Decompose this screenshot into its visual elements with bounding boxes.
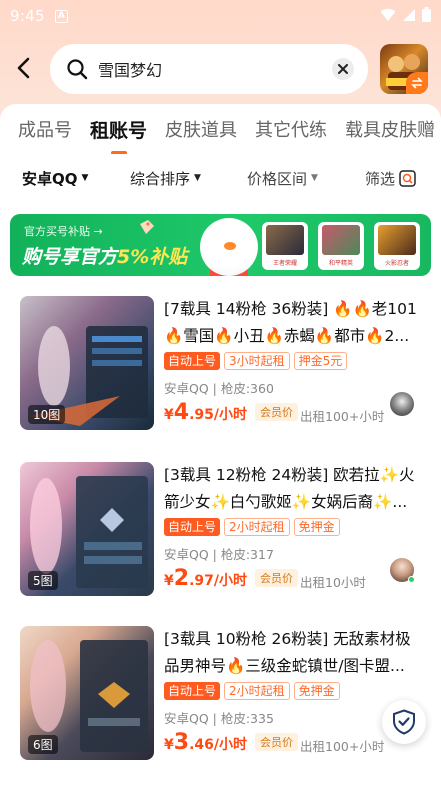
listing-thumbnail: 6图 bbox=[20, 626, 154, 760]
sort-filter-label: 综合排序 bbox=[130, 169, 191, 188]
online-status-dot bbox=[408, 576, 415, 583]
tab-skin-items[interactable]: 皮肤道具 bbox=[165, 116, 237, 142]
rent-count: 出租100+小时 bbox=[300, 739, 385, 754]
status-icons bbox=[380, 7, 431, 22]
price-decimal: .95/小时 bbox=[189, 407, 247, 423]
banner-headline-b: 5%补贴 bbox=[117, 246, 188, 268]
filter-button[interactable]: 筛选 bbox=[365, 168, 416, 189]
battery-icon bbox=[422, 7, 431, 22]
price-integer: 4 bbox=[173, 400, 190, 425]
category-tabs: 成品号 租账号 皮肤道具 其它代练 载具皮肤赠 bbox=[0, 104, 441, 154]
status-time: 9:45 bbox=[10, 7, 45, 25]
tag-auto-login: 自动上号 bbox=[164, 352, 221, 370]
image-count: 5图 bbox=[28, 571, 58, 590]
caret-down-icon: ▼ bbox=[81, 173, 89, 183]
clear-search-button[interactable] bbox=[332, 58, 354, 80]
listing-title: [3载具 12粉枪 24粉装] 欧若拉✨火箭少女✨白勺歌姬✨女娲后裔✨... bbox=[164, 466, 415, 511]
caret-down-icon: ▼ bbox=[311, 173, 318, 183]
listing-price: ¥ 2 .97/小时 会员价 bbox=[164, 566, 298, 591]
search-input[interactable]: 雪国梦幻 bbox=[98, 57, 162, 81]
tag-deposit: 免押金 bbox=[293, 518, 340, 536]
price-decimal: .97/小时 bbox=[189, 573, 247, 589]
caret-down-icon: ▼ bbox=[194, 173, 201, 183]
content-panel: 成品号 租账号 皮肤道具 其它代练 载具皮肤赠 安卓QQ ▼ 综合排序 ▼ 价格… bbox=[0, 104, 441, 785]
search-icon bbox=[67, 59, 88, 80]
banner-game-card: 和平精英 bbox=[318, 222, 364, 270]
price-decimal: .46/小时 bbox=[189, 737, 247, 753]
mascot-icon bbox=[200, 218, 258, 276]
listing-meta: 安卓QQ | 枪皮:335 bbox=[164, 711, 274, 726]
listing-thumbnail: 10图 bbox=[20, 296, 154, 430]
coupon-tag-icon bbox=[140, 220, 154, 234]
tag-min-rent: 3小时起租 bbox=[224, 352, 290, 370]
listing-tags: 自动上号 2小时起租 免押金 bbox=[164, 518, 340, 536]
signal-icon bbox=[403, 8, 415, 21]
banner-game-card: 王者荣耀 bbox=[262, 222, 308, 270]
tag-min-rent: 2小时起租 bbox=[224, 682, 290, 700]
tab-rent-account[interactable]: 租账号 bbox=[90, 116, 147, 154]
subsidy-banner[interactable]: 官方买号补贴 → 购号享官方5%补贴 王者荣耀 和平精英 火影忍者 bbox=[10, 214, 431, 276]
listing-card[interactable]: 10图 [7载具 14粉枪 36粉装] 🔥🔥老101🔥雪国🔥小丑🔥赤蝎🔥都市🔥2… bbox=[10, 288, 431, 438]
listing-card[interactable]: 6图 [3载具 10粉枪 26粉装] 无敌素材极品男神号🔥三级金蛇镇世/图卡盟.… bbox=[10, 618, 431, 768]
member-price-tag: 会员价 bbox=[254, 733, 298, 751]
banner-headline: 购号享官方5%补贴 bbox=[22, 242, 187, 269]
image-count: 6图 bbox=[28, 735, 58, 754]
filter-bar: 安卓QQ ▼ 综合排序 ▼ 价格区间 ▼ 筛选 bbox=[0, 160, 441, 196]
platform-filter-label: 安卓QQ bbox=[22, 169, 78, 188]
listing-meta: 安卓QQ | 枪皮:317 bbox=[164, 547, 274, 562]
banner-game-card-label: 火影忍者 bbox=[384, 260, 409, 267]
tag-auto-login: 自动上号 bbox=[164, 682, 221, 700]
back-arrow-icon bbox=[17, 57, 30, 79]
listing-price: ¥ 3 .46/小时 会员价 bbox=[164, 730, 298, 755]
member-price-tag: 会员价 bbox=[254, 403, 298, 421]
price-filter-label: 价格区间 bbox=[247, 169, 308, 188]
filter-search-icon bbox=[399, 169, 416, 187]
listing-thumbnail: 5图 bbox=[20, 462, 154, 596]
close-icon bbox=[338, 64, 348, 74]
tab-finished-account[interactable]: 成品号 bbox=[18, 116, 72, 142]
security-shield-button[interactable] bbox=[382, 700, 426, 744]
tag-min-rent: 2小时起租 bbox=[224, 518, 290, 536]
back-button[interactable] bbox=[12, 56, 36, 80]
tag-deposit: 押金5元 bbox=[293, 352, 348, 370]
banner-subtitle: 官方买号补贴 → bbox=[24, 225, 103, 238]
price-integer: 2 bbox=[173, 566, 190, 591]
game-switch-avatar[interactable] bbox=[380, 44, 428, 94]
listing-title: [3载具 10粉枪 26粉装] 无敌素材极品男神号🔥三级金蛇镇世/图卡盟... bbox=[164, 630, 411, 675]
notification-a-icon: A bbox=[54, 9, 68, 23]
listing-title: [7载具 14粉枪 36粉装] 🔥🔥老101🔥雪国🔥小丑🔥赤蝎🔥都市🔥2... bbox=[164, 300, 417, 345]
seller-avatar[interactable] bbox=[390, 392, 414, 416]
platform-filter[interactable]: 安卓QQ ▼ bbox=[22, 168, 88, 189]
price-currency: ¥ bbox=[164, 573, 174, 589]
listing-card[interactable]: 5图 [3载具 12粉枪 24粉装] 欧若拉✨火箭少女✨白勺歌姬✨女娲后裔✨..… bbox=[10, 454, 431, 604]
shield-check-icon bbox=[393, 709, 415, 735]
rent-count: 出租10小时 bbox=[300, 575, 366, 590]
swap-icon bbox=[406, 72, 428, 94]
tab-vehicle-skin[interactable]: 载具皮肤赠 bbox=[345, 116, 435, 142]
price-filter[interactable]: 价格区间 ▼ bbox=[247, 168, 318, 189]
tab-other-boosting[interactable]: 其它代练 bbox=[255, 116, 327, 142]
listing-tags: 自动上号 3小时起租 押金5元 bbox=[164, 352, 348, 370]
banner-game-card-label: 王者荣耀 bbox=[272, 260, 297, 267]
price-currency: ¥ bbox=[164, 737, 174, 753]
price-integer: 3 bbox=[173, 730, 190, 755]
member-price-tag: 会员价 bbox=[254, 569, 298, 587]
listing-price: ¥ 4 .95/小时 会员价 bbox=[164, 400, 298, 425]
banner-game-card-label: 和平精英 bbox=[328, 260, 353, 267]
filter-label: 筛选 bbox=[365, 169, 396, 188]
wifi-icon bbox=[380, 8, 396, 21]
sort-filter[interactable]: 综合排序 ▼ bbox=[130, 168, 201, 189]
image-count: 10图 bbox=[28, 405, 66, 424]
tag-auto-login: 自动上号 bbox=[164, 518, 221, 536]
status-bar: 9:45 A bbox=[0, 0, 441, 32]
listing-meta: 安卓QQ | 枪皮:360 bbox=[164, 381, 274, 396]
tag-deposit: 免押金 bbox=[293, 682, 340, 700]
rent-count: 出租100+小时 bbox=[300, 409, 385, 424]
search-box[interactable]: 雪国梦幻 bbox=[50, 44, 368, 94]
listing-tags: 自动上号 2小时起租 免押金 bbox=[164, 682, 340, 700]
banner-game-card: 火影忍者 bbox=[374, 222, 420, 270]
banner-headline-a: 购号享官方 bbox=[22, 246, 118, 268]
price-currency: ¥ bbox=[164, 407, 174, 423]
